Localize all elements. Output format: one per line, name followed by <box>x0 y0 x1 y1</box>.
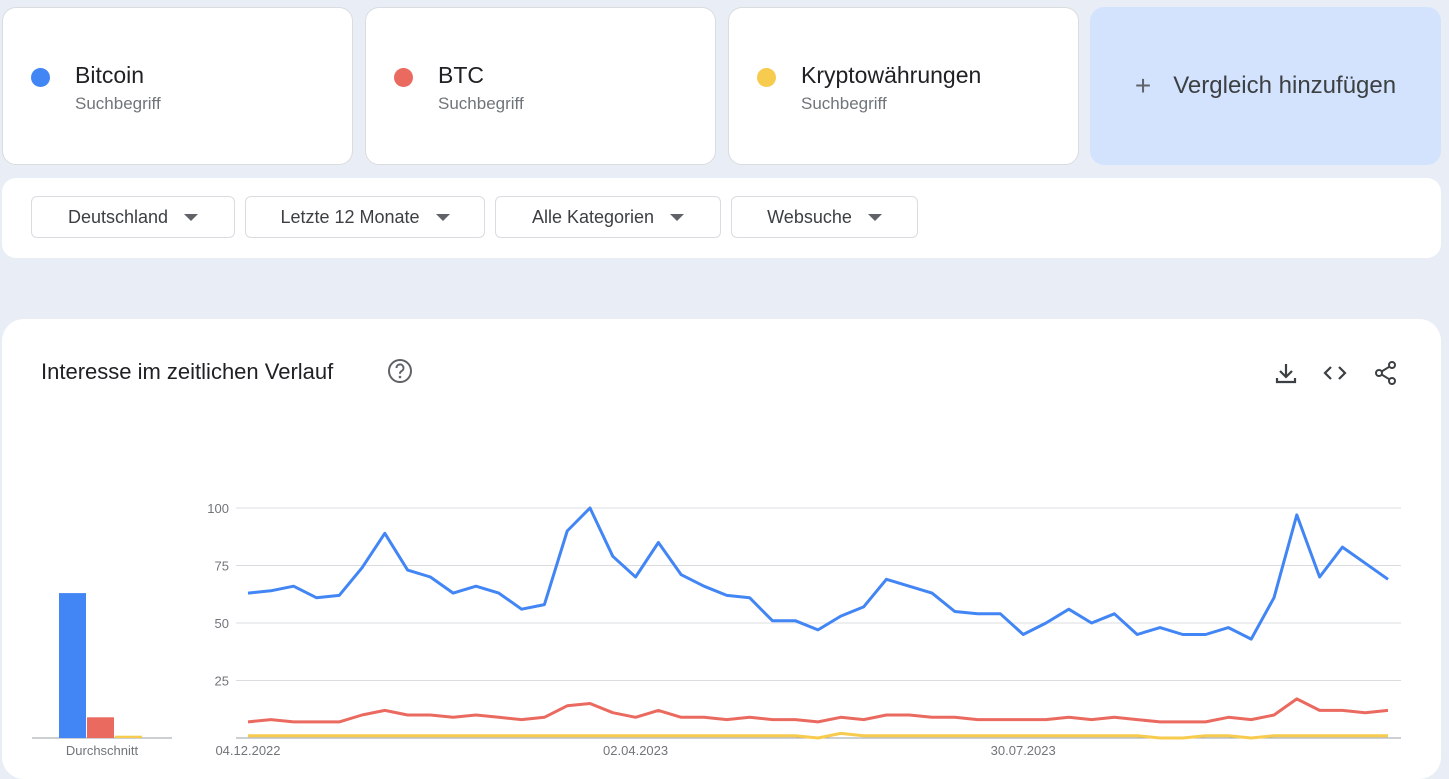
caret-down-icon <box>184 213 199 221</box>
caret-down-icon <box>435 213 450 221</box>
x-tick-label: 04.12.2022 <box>215 743 280 758</box>
term-color-dot <box>394 68 413 87</box>
y-tick-label-100: 100 <box>207 501 229 516</box>
add-comparison-label: Vergleich hinzufügen <box>1173 72 1397 99</box>
average-bar-2 <box>115 735 142 738</box>
y-tick-label-50: 50 <box>215 616 229 631</box>
interest-chart: Durchschnitt 25 50 75 100 04.12.2022 02.04.202… <box>32 501 1401 758</box>
term-color-dot <box>31 68 50 87</box>
plus-icon: + <box>1134 70 1152 101</box>
x-tick-label: 30.07.2023 <box>991 743 1056 758</box>
y-tick-label-75: 75 <box>215 559 229 574</box>
x-tick-label: 02.04.2023 <box>603 743 668 758</box>
term-type: Suchbegriff <box>75 94 161 113</box>
average-bar-1 <box>87 717 114 738</box>
category-dropdown[interactable]: Alle Kategorien <box>495 196 721 238</box>
term-card-kryptowaehrungen[interactable]: Kryptowährungen Suchbegriff <box>728 7 1079 165</box>
term-type: Suchbegriff <box>801 94 887 113</box>
time-range-label: Letzte 12 Monate <box>280 206 420 227</box>
series-line-btc <box>247 697 1389 724</box>
caret-down-icon <box>670 213 685 221</box>
y-tick-label-25: 25 <box>215 674 229 689</box>
term-color-dot <box>757 68 776 87</box>
add-comparison-button[interactable]: + Vergleich hinzufügen <box>1090 7 1441 165</box>
region-dropdown[interactable]: Deutschland <box>31 196 235 238</box>
average-label: Durchschnitt <box>66 743 139 758</box>
search-type-label: Websuche <box>767 206 852 227</box>
comparison-area: Bitcoin Suchbegriff BTC Suchbegriff Kryp… <box>0 0 1449 288</box>
term-name: BTC <box>438 62 484 88</box>
term-name: Bitcoin <box>75 62 145 88</box>
search-type-dropdown[interactable]: Websuche <box>731 196 918 238</box>
term-name: Kryptowährungen <box>801 62 982 88</box>
series-line-bitcoin <box>247 506 1389 641</box>
filter-bar: Deutschland Letzte 12 Monate Alle Katego… <box>2 178 1441 258</box>
average-bar-0 <box>59 593 86 738</box>
term-card-bitcoin[interactable]: Bitcoin Suchbegriff <box>2 7 353 165</box>
series-line-kryptowährungen <box>248 731 1388 740</box>
caret-down-icon <box>867 213 882 221</box>
term-card-btc[interactable]: BTC Suchbegriff <box>365 7 716 165</box>
interest-over-time-card: Interesse im zeitlichen Verlauf Durchsch… <box>2 319 1441 779</box>
term-type: Suchbegriff <box>438 94 524 113</box>
region-label: Deutschland <box>67 206 169 227</box>
category-label: Alle Kategorien <box>531 206 655 227</box>
time-range-dropdown[interactable]: Letzte 12 Monate <box>245 196 485 238</box>
